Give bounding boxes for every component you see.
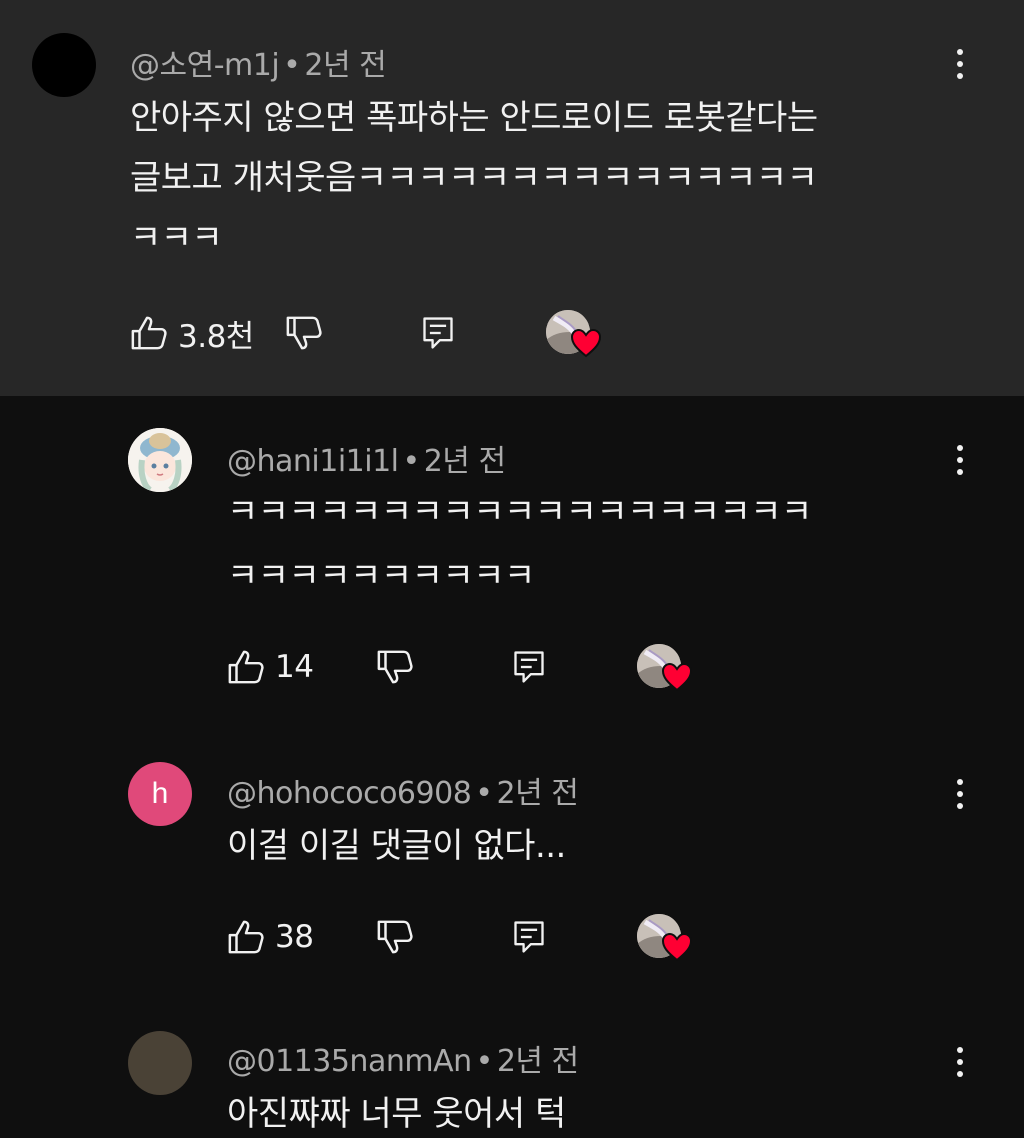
reply-button[interactable] — [511, 912, 547, 962]
dislike-button[interactable] — [376, 642, 414, 692]
more-options-button[interactable] — [940, 1038, 980, 1086]
comment-line: ㅋㅋㅋ — [130, 218, 223, 258]
reply-icon — [511, 648, 547, 686]
like-count: 14 — [275, 649, 314, 685]
more-vertical-icon — [957, 445, 963, 451]
reply-button[interactable] — [420, 308, 456, 358]
comment-actions: 38 — [227, 912, 727, 962]
comment-actions: 14 — [227, 642, 727, 692]
reply-icon — [511, 918, 547, 956]
comment-meta: @hani1i1i1l • 2년 전 — [227, 436, 506, 480]
reply-button[interactable] — [511, 642, 547, 692]
comment-meta: @01135nanmAn • 2년 전 — [227, 1036, 579, 1080]
avatar-letter: h — [151, 777, 169, 810]
thumbs-up-icon — [227, 918, 265, 956]
comment-reply: @01135nanmAn • 2년 전 아진쨔짜 너무 웃어서 턱 — [0, 1016, 1024, 1138]
comment-actions: 3.8천 — [130, 308, 630, 358]
comment-reply: h @hohococo6908 • 2년 전 이걸 이길 댓글이 없다... 38 — [0, 736, 1024, 1016]
comment-line: 아진쨔짜 너무 웃어서 턱 — [227, 1094, 566, 1134]
meta-separator: • — [475, 1044, 494, 1079]
comment-line: 이걸 이길 댓글이 없다... — [227, 826, 566, 866]
meta-separator: • — [402, 444, 421, 479]
more-dot — [957, 803, 963, 809]
thumbs-up-icon — [130, 314, 168, 352]
heart-icon — [570, 328, 602, 358]
creator-heart — [637, 914, 699, 968]
more-vertical-icon — [957, 49, 963, 55]
more-dot — [957, 1059, 963, 1065]
more-options-button[interactable] — [940, 40, 980, 88]
avatar[interactable]: h — [128, 762, 192, 826]
creator-heart — [637, 644, 699, 698]
comment-meta: @hohococo6908 • 2년 전 — [227, 768, 579, 812]
thumbs-down-icon — [376, 648, 414, 686]
comment-text: 이걸 이길 댓글이 없다... — [227, 816, 1024, 876]
comment-time: 2년 전 — [496, 776, 579, 811]
like-button[interactable]: 14 — [227, 642, 314, 692]
meta-separator: • — [475, 776, 493, 811]
more-dot — [957, 457, 963, 463]
more-vertical-icon — [957, 779, 963, 785]
like-button[interactable]: 3.8천 — [130, 308, 254, 358]
comment-text: 안아주지 않으면 폭파하는 안드로이드 로봇같다는 글보고 개처웃음ㅋㅋㅋㅋㅋㅋ… — [130, 88, 950, 268]
more-options-button[interactable] — [940, 436, 980, 484]
meta-separator: • — [283, 48, 301, 83]
comment-line: ㅋㅋㅋㅋㅋㅋㅋㅋㅋㅋㅋㅋㅋㅋㅋㅋㅋㅋㅋ — [227, 492, 812, 532]
anime-avatar-icon — [128, 428, 192, 492]
heart-icon — [661, 932, 693, 962]
more-dot — [957, 73, 963, 79]
more-dot — [957, 61, 963, 67]
like-button[interactable]: 38 — [227, 912, 314, 962]
comment-text: ㅋㅋㅋㅋㅋㅋㅋㅋㅋㅋㅋㅋㅋㅋㅋㅋㅋㅋㅋ ㅋㅋㅋㅋㅋㅋㅋㅋㅋㅋ — [227, 480, 987, 608]
comment-author[interactable]: @hani1i1i1l — [227, 444, 399, 479]
avatar[interactable] — [128, 1031, 192, 1095]
like-count: 3.8천 — [178, 318, 254, 355]
comment-time: 2년 전 — [423, 444, 506, 479]
comment-time: 2년 전 — [496, 1044, 579, 1079]
comment-text: 아진쨔짜 너무 웃어서 턱 — [227, 1084, 1024, 1138]
more-dot — [957, 469, 963, 475]
thumbs-up-icon — [227, 648, 265, 686]
more-vertical-icon — [957, 1047, 963, 1053]
more-dot — [957, 1071, 963, 1077]
comment-meta: @소연-m1j • 2년 전 — [130, 40, 387, 84]
thumbs-down-icon — [285, 314, 323, 352]
dislike-button[interactable] — [376, 912, 414, 962]
comment-line: 안아주지 않으면 폭파하는 안드로이드 로봇같다는 — [130, 98, 818, 138]
like-count: 38 — [275, 919, 314, 955]
reply-icon — [420, 314, 456, 352]
thumbs-down-icon — [376, 918, 414, 956]
comment-line: 글보고 개처웃음ㅋㅋㅋㅋㅋㅋㅋㅋㅋㅋㅋㅋㅋㅋㅋ — [130, 158, 818, 198]
comment-author[interactable]: @01135nanmAn — [227, 1044, 472, 1079]
comment-highlighted: @소연-m1j • 2년 전 안아주지 않으면 폭파하는 안드로이드 로봇같다는 글… — [0, 0, 1024, 396]
creator-heart — [546, 310, 608, 364]
heart-icon — [661, 662, 693, 692]
comment-time: 2년 전 — [304, 48, 387, 83]
more-dot — [957, 791, 963, 797]
comment-line: ㅋㅋㅋㅋㅋㅋㅋㅋㅋㅋ — [227, 556, 535, 596]
avatar[interactable] — [32, 33, 96, 97]
avatar[interactable] — [128, 428, 192, 492]
comment-author[interactable]: @소연-m1j — [130, 48, 280, 83]
more-options-button[interactable] — [940, 770, 980, 818]
dislike-button[interactable] — [285, 308, 323, 358]
comment-reply: @hani1i1i1l • 2년 전 ㅋㅋㅋㅋㅋㅋㅋㅋㅋㅋㅋㅋㅋㅋㅋㅋㅋㅋㅋ ㅋㅋㅋ… — [0, 396, 1024, 736]
comment-author[interactable]: @hohococo6908 — [227, 776, 472, 811]
